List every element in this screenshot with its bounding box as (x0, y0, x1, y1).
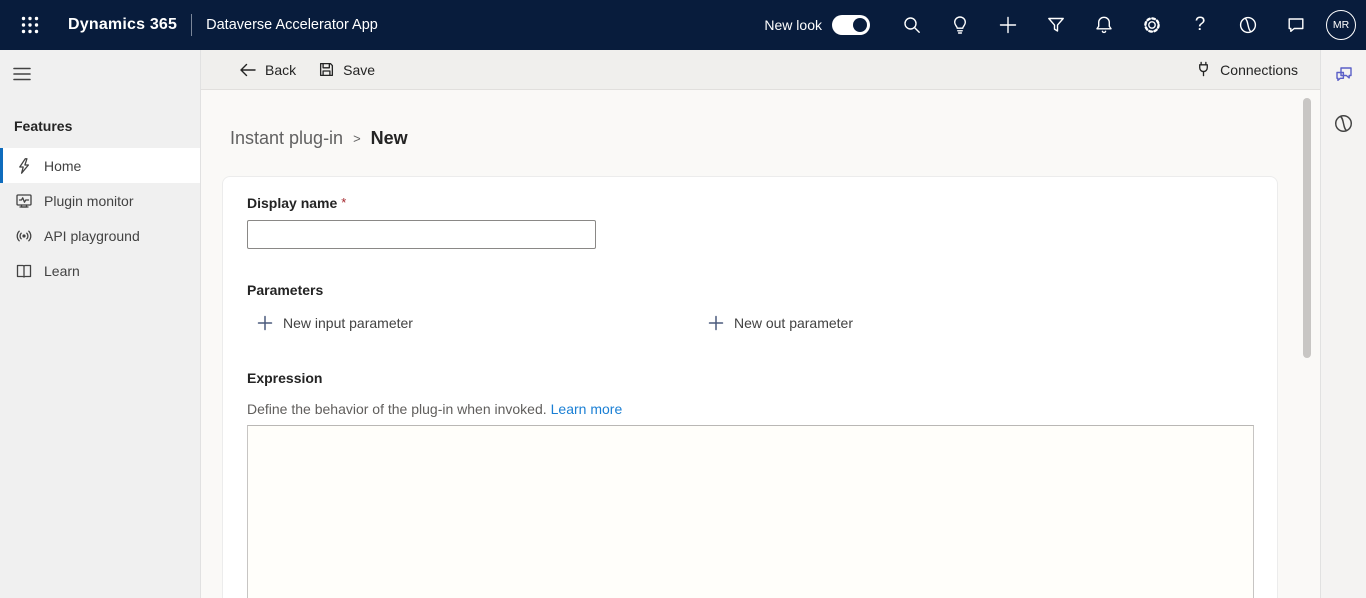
plus-icon (257, 315, 273, 331)
display-name-input[interactable] (247, 220, 596, 249)
sidebar-item-plugin-monitor[interactable]: Plugin monitor (0, 183, 200, 218)
required-asterisk: * (341, 195, 346, 210)
save-icon (318, 61, 335, 78)
sidebar-item-home[interactable]: Home (0, 148, 200, 183)
new-look-label: New look (764, 17, 822, 33)
parameters-label: Parameters (247, 282, 1253, 298)
plug-icon (1195, 61, 1212, 78)
book-icon (14, 261, 34, 281)
sidebar-item-label: Learn (44, 263, 80, 279)
live-signal-icon (14, 226, 34, 246)
search-icon[interactable] (892, 5, 932, 45)
brand-title[interactable]: Dynamics 365 (68, 16, 177, 34)
new-out-parameter-button[interactable]: New out parameter (708, 315, 853, 331)
filter-icon[interactable] (1036, 5, 1076, 45)
command-bar: Back Save Connections (201, 50, 1320, 90)
plus-icon (708, 315, 724, 331)
monitor-pulse-icon (14, 191, 34, 211)
breadcrumb: Instant plug-in > New (230, 128, 1320, 149)
flash-icon (14, 156, 34, 176)
breadcrumb-parent[interactable]: Instant plug-in (230, 128, 343, 149)
display-name-label: Display name (247, 195, 337, 211)
expression-code-editor[interactable] (247, 425, 1254, 598)
copilot-icon[interactable] (1333, 112, 1355, 134)
page-title: New (371, 128, 408, 149)
learn-more-link[interactable]: Learn more (551, 401, 623, 417)
back-arrow-icon (239, 61, 257, 79)
sidebar-item-learn[interactable]: Learn (0, 253, 200, 288)
settings-gear-icon[interactable] (1132, 5, 1172, 45)
page-scrollbar[interactable] (1303, 98, 1311, 358)
lightbulb-icon[interactable] (940, 5, 980, 45)
main-content: Instant plug-in > New Display name * Para… (201, 90, 1320, 598)
bell-icon[interactable] (1084, 5, 1124, 45)
expression-label: Expression (247, 370, 1253, 386)
expression-description: Define the behavior of the plug-in when … (247, 401, 547, 417)
back-button[interactable]: Back (239, 61, 296, 79)
feedback-chat-icon[interactable] (1276, 5, 1316, 45)
avatar[interactable]: MR (1326, 10, 1356, 40)
app-name[interactable]: Dataverse Accelerator App (206, 17, 378, 33)
save-button[interactable]: Save (318, 61, 375, 78)
topbar-divider (191, 14, 192, 36)
chat-bubbles-icon[interactable] (1333, 64, 1355, 86)
top-navigation-bar: Dynamics 365 Dataverse Accelerator App N… (0, 0, 1366, 50)
new-look-toggle[interactable] (832, 15, 870, 35)
app-launcher-waffle-icon[interactable] (14, 9, 46, 41)
sidebar-item-api-playground[interactable]: API playground (0, 218, 200, 253)
sidebar-item-label: Home (44, 158, 81, 174)
sidebar-section-label: Features (0, 94, 200, 148)
plugin-form-card: Display name * Parameters New input param… (222, 176, 1278, 598)
copilot-icon[interactable] (1228, 5, 1268, 45)
breadcrumb-separator-icon: > (353, 131, 361, 146)
toggle-knob (853, 18, 867, 32)
hamburger-menu-icon[interactable] (0, 54, 44, 94)
help-icon[interactable]: ? (1180, 5, 1220, 45)
connections-button[interactable]: Connections (1195, 61, 1298, 78)
right-rail (1320, 50, 1366, 598)
new-input-parameter-button[interactable]: New input parameter (257, 315, 413, 331)
add-icon[interactable] (988, 5, 1028, 45)
sidebar-item-label: Plugin monitor (44, 193, 134, 209)
sidebar-item-label: API playground (44, 228, 140, 244)
sidebar: Features Home Plugin monitor API playgro… (0, 50, 201, 598)
